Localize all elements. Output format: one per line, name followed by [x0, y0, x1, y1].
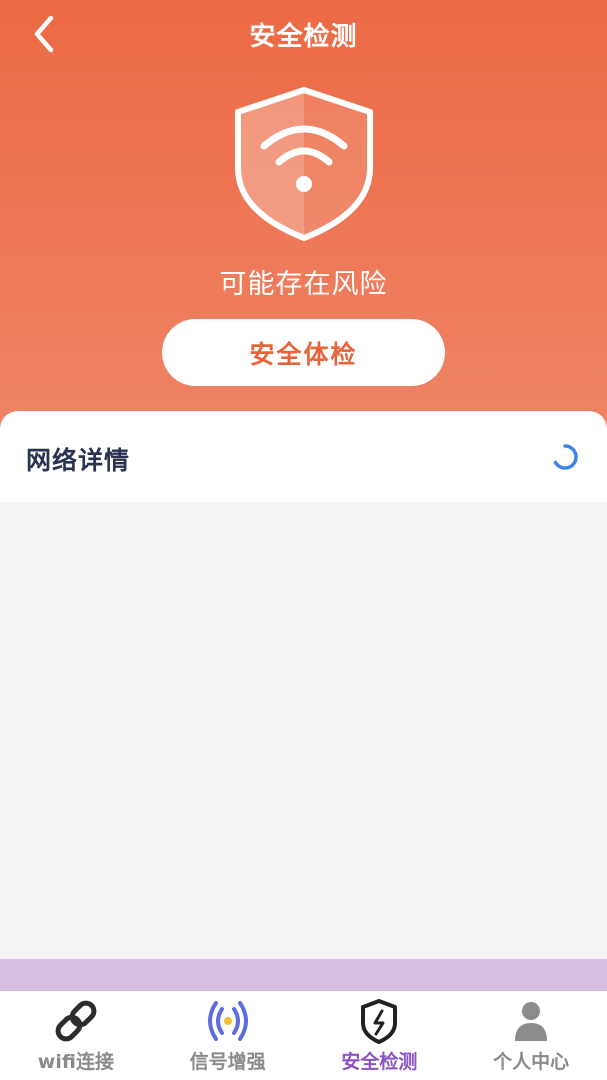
signal-icon [202, 997, 254, 1045]
screen: 安全检测 可能存在风险 安全体检 网络详情 wifi连接 信号增强 安全检测 个… [0, 0, 607, 1080]
bottom-strip [0, 959, 607, 991]
tab-signal-boost[interactable]: 信号增强 [152, 991, 304, 1080]
security-check-button[interactable]: 安全体检 [162, 319, 445, 386]
loading-spinner-icon [553, 444, 578, 470]
tab-label: wifi连接 [37, 1051, 114, 1073]
wifi-shield-icon [232, 84, 376, 244]
shield-bolt-icon [353, 997, 405, 1045]
tab-profile[interactable]: 个人中心 [455, 991, 607, 1080]
nav-bar: 安全检测 [0, 0, 607, 70]
tab-label: 个人中心 [493, 1051, 570, 1073]
network-details-title: 网络详情 [26, 446, 131, 475]
page-title: 安全检测 [249, 22, 358, 52]
user-icon [505, 997, 557, 1045]
tab-bar: wifi连接 信号增强 安全检测 个人中心 [0, 991, 607, 1080]
content-area [0, 502, 607, 959]
risk-status-text: 可能存在风险 [219, 269, 388, 300]
tab-label: 安全检测 [341, 1051, 418, 1073]
tab-wifi-connect[interactable]: wifi连接 [0, 991, 152, 1080]
tab-security-check[interactable]: 安全检测 [304, 991, 456, 1080]
link-icon [50, 997, 102, 1045]
tab-label: 信号增强 [189, 1051, 266, 1073]
network-details-card: 网络详情 [0, 411, 607, 502]
